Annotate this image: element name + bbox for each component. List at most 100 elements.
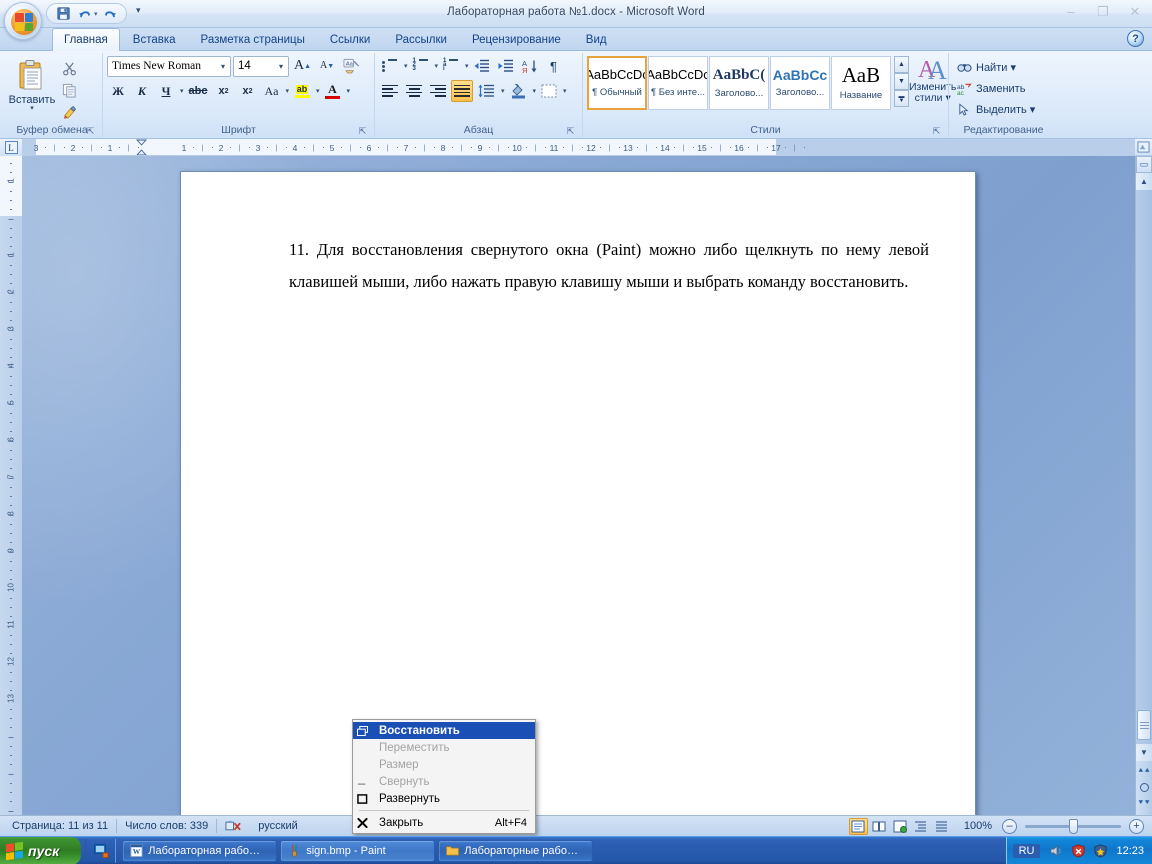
- proofing-status[interactable]: [217, 819, 250, 833]
- clear-formatting-button[interactable]: Aa: [340, 55, 363, 77]
- font-dialog-launcher[interactable]: ⇱: [357, 126, 368, 137]
- line-spacing-caret[interactable]: ▾: [501, 87, 505, 95]
- copy-button[interactable]: [58, 80, 80, 101]
- indent-markers-icon[interactable]: [136, 139, 147, 155]
- increase-indent-button[interactable]: [495, 55, 517, 77]
- style-item-obychnyy[interactable]: AaBbCcDc ¶ Обычный: [587, 56, 647, 110]
- volume-icon[interactable]: [1048, 843, 1064, 859]
- font-color-caret[interactable]: ▾: [347, 87, 351, 95]
- italic-button[interactable]: К: [131, 80, 153, 102]
- clipboard-dialog-launcher[interactable]: ⇱: [85, 126, 96, 137]
- ruler-view-toggle-button[interactable]: [1135, 139, 1152, 155]
- split-window-handle[interactable]: ▭: [1136, 156, 1152, 173]
- tab-ssylki[interactable]: Ссылки: [318, 29, 383, 50]
- page-indicator[interactable]: Страница: 11 из 11: [4, 820, 116, 832]
- borders-caret[interactable]: ▾: [563, 87, 567, 95]
- view-web-layout-button[interactable]: [891, 818, 910, 835]
- font-name-input[interactable]: Times New Roman ▾: [107, 55, 231, 77]
- scroll-up-button[interactable]: ▲: [1136, 173, 1152, 190]
- align-right-button[interactable]: [427, 80, 449, 102]
- tab-razmetka-stranicy[interactable]: Разметка страницы: [189, 29, 317, 50]
- document-canvas[interactable]: 11. Для восстановления свернутого окна (…: [22, 156, 1135, 815]
- underline-caret[interactable]: ▾: [180, 87, 184, 95]
- select-button[interactable]: Выделить ▾: [953, 99, 1039, 120]
- view-draft-button[interactable]: [933, 818, 952, 835]
- task-button-explorer[interactable]: Лабораторные рабо…: [438, 839, 594, 862]
- scroll-down-button[interactable]: ▼: [1136, 744, 1152, 761]
- menu-item-restore[interactable]: Восстановить: [353, 722, 535, 739]
- styles-scroll-up-button[interactable]: ▲: [894, 56, 909, 73]
- tab-recenzirovanie[interactable]: Рецензирование: [460, 29, 573, 50]
- view-full-screen-reading-button[interactable]: [870, 818, 889, 835]
- show-desktop-icon[interactable]: [92, 842, 109, 859]
- menu-item-close[interactable]: Закрыть Alt+F4: [353, 814, 535, 831]
- zoom-in-button[interactable]: +: [1129, 818, 1144, 834]
- font-color-button[interactable]: A: [322, 80, 344, 102]
- task-button-paint[interactable]: sign.bmp - Paint: [280, 839, 436, 862]
- font-size-input[interactable]: 14 ▾: [233, 55, 289, 77]
- underline-button[interactable]: Ч: [155, 80, 177, 102]
- change-case-caret[interactable]: ▾: [285, 87, 289, 95]
- shading-caret[interactable]: ▾: [533, 87, 537, 95]
- font-size-caret[interactable]: ▾: [276, 62, 286, 71]
- close-button[interactable]: ✕: [1124, 3, 1146, 20]
- zoom-slider[interactable]: [1025, 818, 1121, 834]
- numbering-button[interactable]: 123: [410, 55, 432, 77]
- view-print-layout-button[interactable]: [848, 817, 868, 835]
- highlight-caret[interactable]: ▾: [316, 87, 320, 95]
- bold-button[interactable]: Ж: [107, 80, 129, 102]
- decrease-indent-button[interactable]: [471, 55, 493, 77]
- paste-button[interactable]: Вставить ▾: [6, 55, 58, 112]
- next-page-button[interactable]: ⯆⯆: [1137, 795, 1152, 811]
- horizontal-ruler[interactable]: 3 | 2 | 1 | 1 | 2 | 3 | 4 | 5 | 6 | 7 | 8 | 9 | 10 | 11 | 12 | 13 | 14 | 1…: [22, 139, 1135, 155]
- scrollbar-track[interactable]: [1136, 190, 1152, 744]
- zoom-level-label[interactable]: 100%: [954, 820, 1000, 832]
- document-page[interactable]: 11. Для восстановления свернутого окна (…: [180, 171, 976, 815]
- language-indicator[interactable]: русский: [250, 820, 305, 832]
- system-clock[interactable]: 12:23: [1114, 845, 1144, 857]
- task-button-word[interactable]: W Лабораторная рабо…: [122, 839, 278, 862]
- word-count-indicator[interactable]: Число слов: 339: [117, 820, 216, 832]
- language-indicator-tray[interactable]: RU: [1012, 843, 1041, 858]
- minimize-button[interactable]: –: [1060, 3, 1082, 20]
- vertical-scrollbar[interactable]: ▭ ▲ ▼ ⯅⯅ ⯆⯆: [1135, 156, 1152, 815]
- cut-button[interactable]: [58, 58, 80, 79]
- antivirus-icon[interactable]: [1092, 843, 1108, 859]
- sort-button[interactable]: А Я: [519, 55, 541, 77]
- borders-button[interactable]: [538, 80, 560, 102]
- restore-button[interactable]: ❐: [1092, 3, 1114, 20]
- styles-dialog-launcher[interactable]: ⇱: [931, 126, 942, 137]
- tab-stop-selector-button[interactable]: L: [0, 139, 22, 156]
- subscript-button[interactable]: x2: [212, 80, 234, 102]
- style-item-nazvanie[interactable]: АаВ Название: [831, 56, 891, 110]
- tab-vid[interactable]: Вид: [574, 29, 619, 50]
- scrollbar-thumb[interactable]: [1137, 710, 1151, 740]
- bullets-button[interactable]: [379, 55, 401, 77]
- start-button[interactable]: пуск: [0, 836, 82, 864]
- paste-dropdown-caret[interactable]: ▾: [30, 105, 34, 112]
- replace-button[interactable]: ab ac Заменить: [953, 78, 1029, 99]
- style-item-zagolovok-2[interactable]: AaBbCc Заголово...: [770, 56, 830, 110]
- style-item-zagolovok-1[interactable]: AaBbC( Заголово...: [709, 56, 769, 110]
- style-item-bez-intervala[interactable]: AaBbCcDc ¶ Без инте...: [648, 56, 708, 110]
- multilevel-caret[interactable]: ▾: [465, 62, 469, 70]
- document-paragraph[interactable]: 11. Для восстановления свернутого окна (…: [289, 234, 929, 298]
- font-name-caret[interactable]: ▾: [218, 62, 228, 71]
- menu-item-maximize[interactable]: Развернуть: [353, 790, 535, 807]
- zoom-out-button[interactable]: –: [1002, 818, 1017, 834]
- numbering-caret[interactable]: ▾: [435, 62, 439, 70]
- shrink-font-button[interactable]: A ▼: [316, 55, 338, 77]
- vertical-ruler[interactable]: 1 1 2 3 4 5 6 7 8 9 10 11 12 13: [0, 156, 22, 815]
- select-browse-object-button[interactable]: [1137, 779, 1152, 795]
- align-center-button[interactable]: [403, 80, 425, 102]
- help-icon[interactable]: ?: [1127, 30, 1144, 47]
- strikethrough-button[interactable]: abc: [186, 80, 211, 102]
- tab-glavnaya[interactable]: Главная: [52, 28, 120, 51]
- multilevel-list-button[interactable]: 1ai: [440, 55, 462, 77]
- align-left-button[interactable]: [379, 80, 401, 102]
- view-outline-button[interactable]: [912, 818, 931, 835]
- align-justify-button[interactable]: [451, 80, 473, 102]
- superscript-button[interactable]: x2: [236, 80, 258, 102]
- find-button[interactable]: Найти ▾: [953, 57, 1020, 78]
- shading-button[interactable]: [507, 80, 530, 102]
